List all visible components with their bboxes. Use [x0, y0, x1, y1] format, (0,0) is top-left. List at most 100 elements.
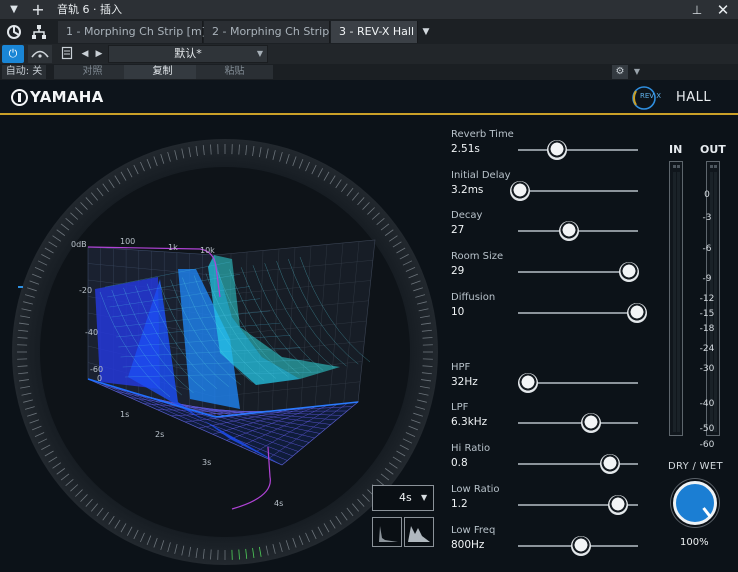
meter-scale-tick: -50	[699, 424, 715, 434]
next-preset-icon[interactable]: ▶	[92, 46, 106, 62]
decay-shape-button-1[interactable]	[372, 517, 402, 547]
param-value: 29	[451, 265, 465, 277]
meter-scale-tick: -24	[699, 344, 715, 354]
compare-button[interactable]: 对照	[54, 65, 132, 79]
tab-list-dropdown-icon[interactable]: ▼	[418, 21, 434, 43]
param-slider-track[interactable]	[518, 190, 638, 192]
plugin-header: YAMAHA REV X HALL	[0, 80, 738, 115]
meter-scale-tick: -3	[702, 213, 712, 223]
time-axis-label: 0	[97, 374, 102, 383]
meter-scale-tick: -9	[702, 274, 712, 284]
rev-x-logo-text: REV X	[640, 92, 662, 100]
freq-axis-label: 1k	[168, 243, 178, 252]
db-axis-label: -40	[85, 328, 98, 337]
param-lpf: LPF 6.3kHz	[451, 401, 641, 441]
freq-axis-label: 10k	[200, 246, 215, 255]
param-slider-knob[interactable]	[600, 454, 621, 474]
copy-button[interactable]: 复制	[124, 65, 202, 79]
decay-shape-button-2[interactable]	[404, 517, 434, 547]
input-level-meter	[669, 161, 683, 436]
param-slider-knob[interactable]	[608, 495, 629, 515]
param-slider-track[interactable]	[518, 149, 638, 151]
param-slider-track[interactable]	[518, 312, 638, 314]
time-axis-label: 3s	[202, 458, 211, 467]
bypass-icon[interactable]	[3, 22, 25, 42]
pin-icon[interactable]: ⊥	[690, 2, 704, 18]
preset-selector[interactable]: 默认*	[108, 45, 268, 63]
meter-scale-tick: -6	[702, 244, 712, 254]
sidechain-icon[interactable]	[28, 45, 52, 63]
power-button[interactable]: ⏻	[2, 45, 24, 63]
meter-scale-tick: -15	[699, 309, 715, 319]
window-menu-arrow-icon[interactable]: ▼	[7, 3, 21, 17]
dry-wet-knob[interactable]	[673, 481, 717, 525]
plugin-tab-bar: 1 - Morphing Ch Strip [m] 2 - Morphing C…	[0, 20, 738, 44]
close-icon[interactable]: ✕	[714, 1, 732, 19]
settings-dropdown-icon[interactable]: ▼	[630, 65, 644, 79]
in-meter-label: IN	[669, 143, 683, 156]
automation-mode-button[interactable]: 自动: 关	[2, 65, 46, 79]
param-slider-knob[interactable]	[559, 221, 580, 241]
gear-icon[interactable]: ⚙	[612, 65, 628, 79]
dry-wet-indicator	[702, 507, 712, 518]
routing-icon[interactable]	[28, 22, 50, 42]
param-name: LPF	[451, 402, 469, 413]
time-axis-label: 4s	[274, 499, 283, 508]
prev-preset-icon[interactable]: ◀	[78, 46, 92, 62]
param-slider-knob[interactable]	[627, 303, 647, 323]
db-axis-label: -20	[79, 286, 92, 295]
automation-bar: 自动: 关 对照 复制 粘贴 ⚙ ▼	[0, 64, 738, 80]
param-reverb-time: Reverb Time 2.51s	[451, 128, 641, 168]
param-slider-knob[interactable]	[570, 536, 591, 556]
param-low-ratio: Low Ratio 1.2	[451, 483, 641, 523]
param-slider-knob[interactable]	[547, 140, 568, 160]
param-hpf: HPF 32Hz	[451, 361, 641, 401]
param-slider-knob[interactable]	[618, 262, 639, 282]
time-range-dropdown-icon: ▼	[421, 493, 428, 502]
dial-marker-left	[18, 286, 23, 288]
param-diffusion: Diffusion 10	[451, 291, 647, 331]
db-axis-label: 0dB	[71, 240, 87, 249]
param-name: Hi Ratio	[451, 443, 491, 454]
time-axis-label: 2s	[155, 430, 164, 439]
time-axis-label: 1s	[120, 410, 129, 419]
param-slider-knob[interactable]	[510, 181, 530, 201]
param-name: Low Ratio	[451, 484, 500, 495]
param-name: Diffusion	[451, 292, 496, 303]
param-value: 32Hz	[451, 376, 478, 388]
preset-dropdown-icon[interactable]: ▼	[254, 46, 266, 62]
param-name: Room Size	[451, 251, 504, 262]
dry-wet-label: DRY / WET	[668, 461, 723, 472]
preset-browser-icon[interactable]	[60, 46, 74, 62]
param-slider-knob[interactable]	[518, 373, 539, 393]
db-axis-label: -60	[90, 365, 103, 374]
meter-scale-tick: -60	[699, 440, 715, 450]
param-value: 27	[451, 224, 465, 236]
yamaha-logo-icon	[11, 89, 28, 106]
meter-scale-tick: -40	[699, 399, 715, 409]
param-name: Low Freq	[451, 525, 496, 536]
param-room-size: Room Size 29	[451, 250, 641, 290]
window-title-bar: ▼ + 音轨 6 · 插入 ⊥ ✕	[0, 0, 738, 20]
param-value: 0.8	[451, 457, 468, 469]
param-value: 1.2	[451, 498, 468, 510]
meter-scale-tick: -30	[699, 364, 715, 374]
freq-axis-label: 100	[120, 237, 135, 246]
tab-morphing-ch-strip-m[interactable]: 1 - Morphing Ch Strip [m]	[58, 21, 206, 43]
param-value: 2.51s	[451, 143, 480, 155]
param-hi-ratio: Hi Ratio 0.8	[451, 442, 641, 482]
time-range-dropdown[interactable]: 4s ▼	[372, 485, 434, 511]
param-value: 10	[451, 306, 465, 318]
tab-rev-x-hall[interactable]: 3 - REV-X Hall	[331, 21, 418, 43]
meter-scale-tick: 0	[704, 190, 710, 200]
tab-morphing-ch-strip[interactable]: 2 - Morphing Ch Strip	[204, 21, 330, 43]
paste-button[interactable]: 粘贴	[196, 65, 274, 79]
meter-scale-tick: -18	[699, 324, 715, 334]
param-low-freq: Low Freq 800Hz	[451, 524, 641, 564]
out-meter-label: OUT	[700, 143, 726, 156]
add-insert-icon[interactable]: +	[30, 1, 46, 19]
param-slider-knob[interactable]	[581, 413, 602, 433]
meter-scale-tick: -12	[699, 294, 715, 304]
param-slider-track[interactable]	[518, 422, 638, 424]
param-value: 6.3kHz	[451, 416, 488, 428]
